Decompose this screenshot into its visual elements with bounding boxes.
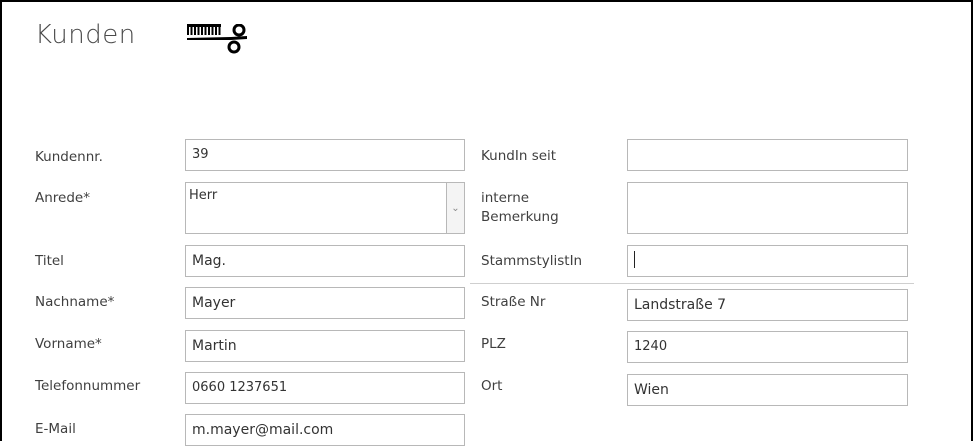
section-divider	[470, 283, 914, 284]
label-email: E-Mail	[35, 421, 76, 437]
label-kundennr: Kundennr.	[35, 149, 103, 165]
kundin-seit-field[interactable]	[627, 139, 908, 171]
label-nachname: Nachname*	[35, 294, 115, 310]
comb-scissors-icon	[187, 24, 247, 54]
label-stammstylistin: StammstylistIn	[481, 253, 583, 269]
anrede-select[interactable]: Herr ⌄	[185, 182, 465, 234]
interne-bemerkung-field[interactable]	[627, 182, 908, 234]
telefonnummer-field[interactable]: 0660 1237651	[185, 372, 465, 404]
label-plz: PLZ	[481, 336, 506, 352]
label-strasse-nr: Straße Nr	[481, 294, 546, 310]
stammstylistin-field[interactable]	[627, 245, 908, 277]
label-vorname: Vorname*	[35, 336, 102, 352]
text-cursor	[634, 251, 635, 268]
anrede-value: Herr	[189, 188, 218, 203]
email-field[interactable]: m.mayer@mail.com	[185, 414, 465, 446]
label-titel: Titel	[35, 253, 64, 269]
chevron-down-icon[interactable]: ⌄	[446, 183, 464, 233]
kundennr-field[interactable]: 39	[185, 139, 465, 171]
strasse-nr-field[interactable]: Landstraße 7	[627, 289, 908, 321]
label-kundin-seit: KundIn seit	[481, 148, 557, 164]
vorname-field[interactable]: Martin	[185, 330, 465, 362]
nachname-field[interactable]: Mayer	[185, 287, 465, 319]
form-window: Kunden Kundennr. Anrede* Titel Nachname*…	[0, 0, 973, 446]
label-anrede: Anrede*	[35, 190, 90, 206]
page-title: Kunden	[35, 20, 136, 50]
plz-field[interactable]: 1240	[627, 331, 908, 363]
label-interne-bemerkung: interne Bemerkung	[481, 190, 559, 225]
label-ort: Ort	[481, 378, 503, 394]
ort-field[interactable]: Wien	[627, 374, 908, 406]
label-telefonnummer: Telefonnummer	[35, 378, 141, 394]
titel-field[interactable]: Mag.	[185, 245, 465, 277]
